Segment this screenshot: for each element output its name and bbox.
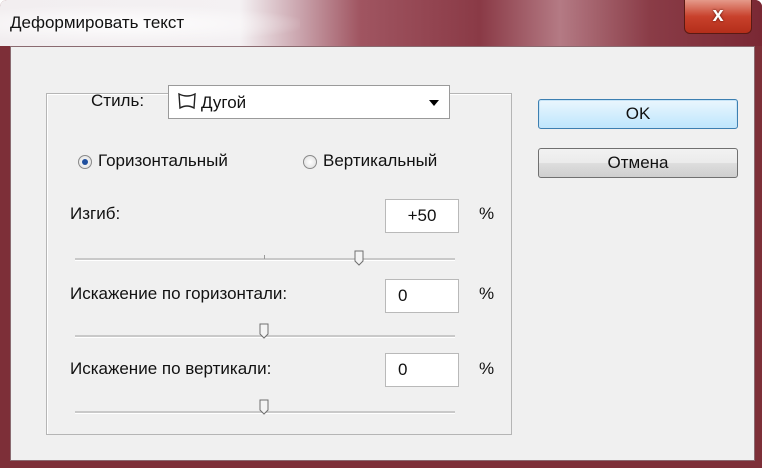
- arc-shape-icon: [178, 92, 196, 110]
- bend-slider-track[interactable]: [75, 258, 455, 261]
- style-value: Дугой: [201, 93, 247, 112]
- close-button[interactable]: x: [684, 0, 752, 34]
- ok-button[interactable]: OK: [538, 99, 738, 129]
- h-distortion-input[interactable]: 0: [385, 279, 459, 313]
- bend-percent: %: [479, 204, 495, 223]
- bend-label: Изгиб:: [70, 204, 121, 223]
- bend-slider-center-tick: [264, 255, 265, 259]
- h-distortion-slider-thumb[interactable]: [259, 323, 269, 339]
- dialog-window: Деформировать текст x Стиль: Дугой Гориз…: [0, 0, 762, 468]
- title-bar[interactable]: Деформировать текст x: [0, 0, 762, 46]
- bend-input[interactable]: +50: [385, 199, 459, 233]
- v-distortion-slider-thumb[interactable]: [259, 399, 269, 415]
- vertical-label[interactable]: Вертикальный: [323, 151, 437, 171]
- dialog-body: Стиль: Дугой Горизонтальный Вертикальный…: [10, 46, 755, 461]
- close-icon: x: [712, 4, 724, 26]
- radio-selected-dot: [82, 159, 88, 165]
- horizontal-radio[interactable]: [78, 155, 92, 169]
- horizontal-label[interactable]: Горизонтальный: [98, 151, 228, 171]
- h-distortion-percent: %: [479, 284, 495, 303]
- h-distortion-label: Искажение по горизонтали:: [70, 284, 288, 303]
- cancel-button[interactable]: Отмена: [538, 148, 738, 178]
- v-distortion-input[interactable]: 0: [385, 353, 459, 387]
- chevron-down-icon: [429, 100, 439, 106]
- bend-slider-thumb[interactable]: [354, 250, 364, 266]
- v-distortion-percent: %: [479, 359, 495, 378]
- vertical-radio[interactable]: [303, 155, 317, 169]
- dialog-title: Деформировать текст: [10, 13, 185, 32]
- style-label: Стиль:: [91, 91, 145, 110]
- style-dropdown[interactable]: Дугой: [168, 85, 450, 119]
- v-distortion-label: Искажение по вертикали:: [70, 359, 272, 378]
